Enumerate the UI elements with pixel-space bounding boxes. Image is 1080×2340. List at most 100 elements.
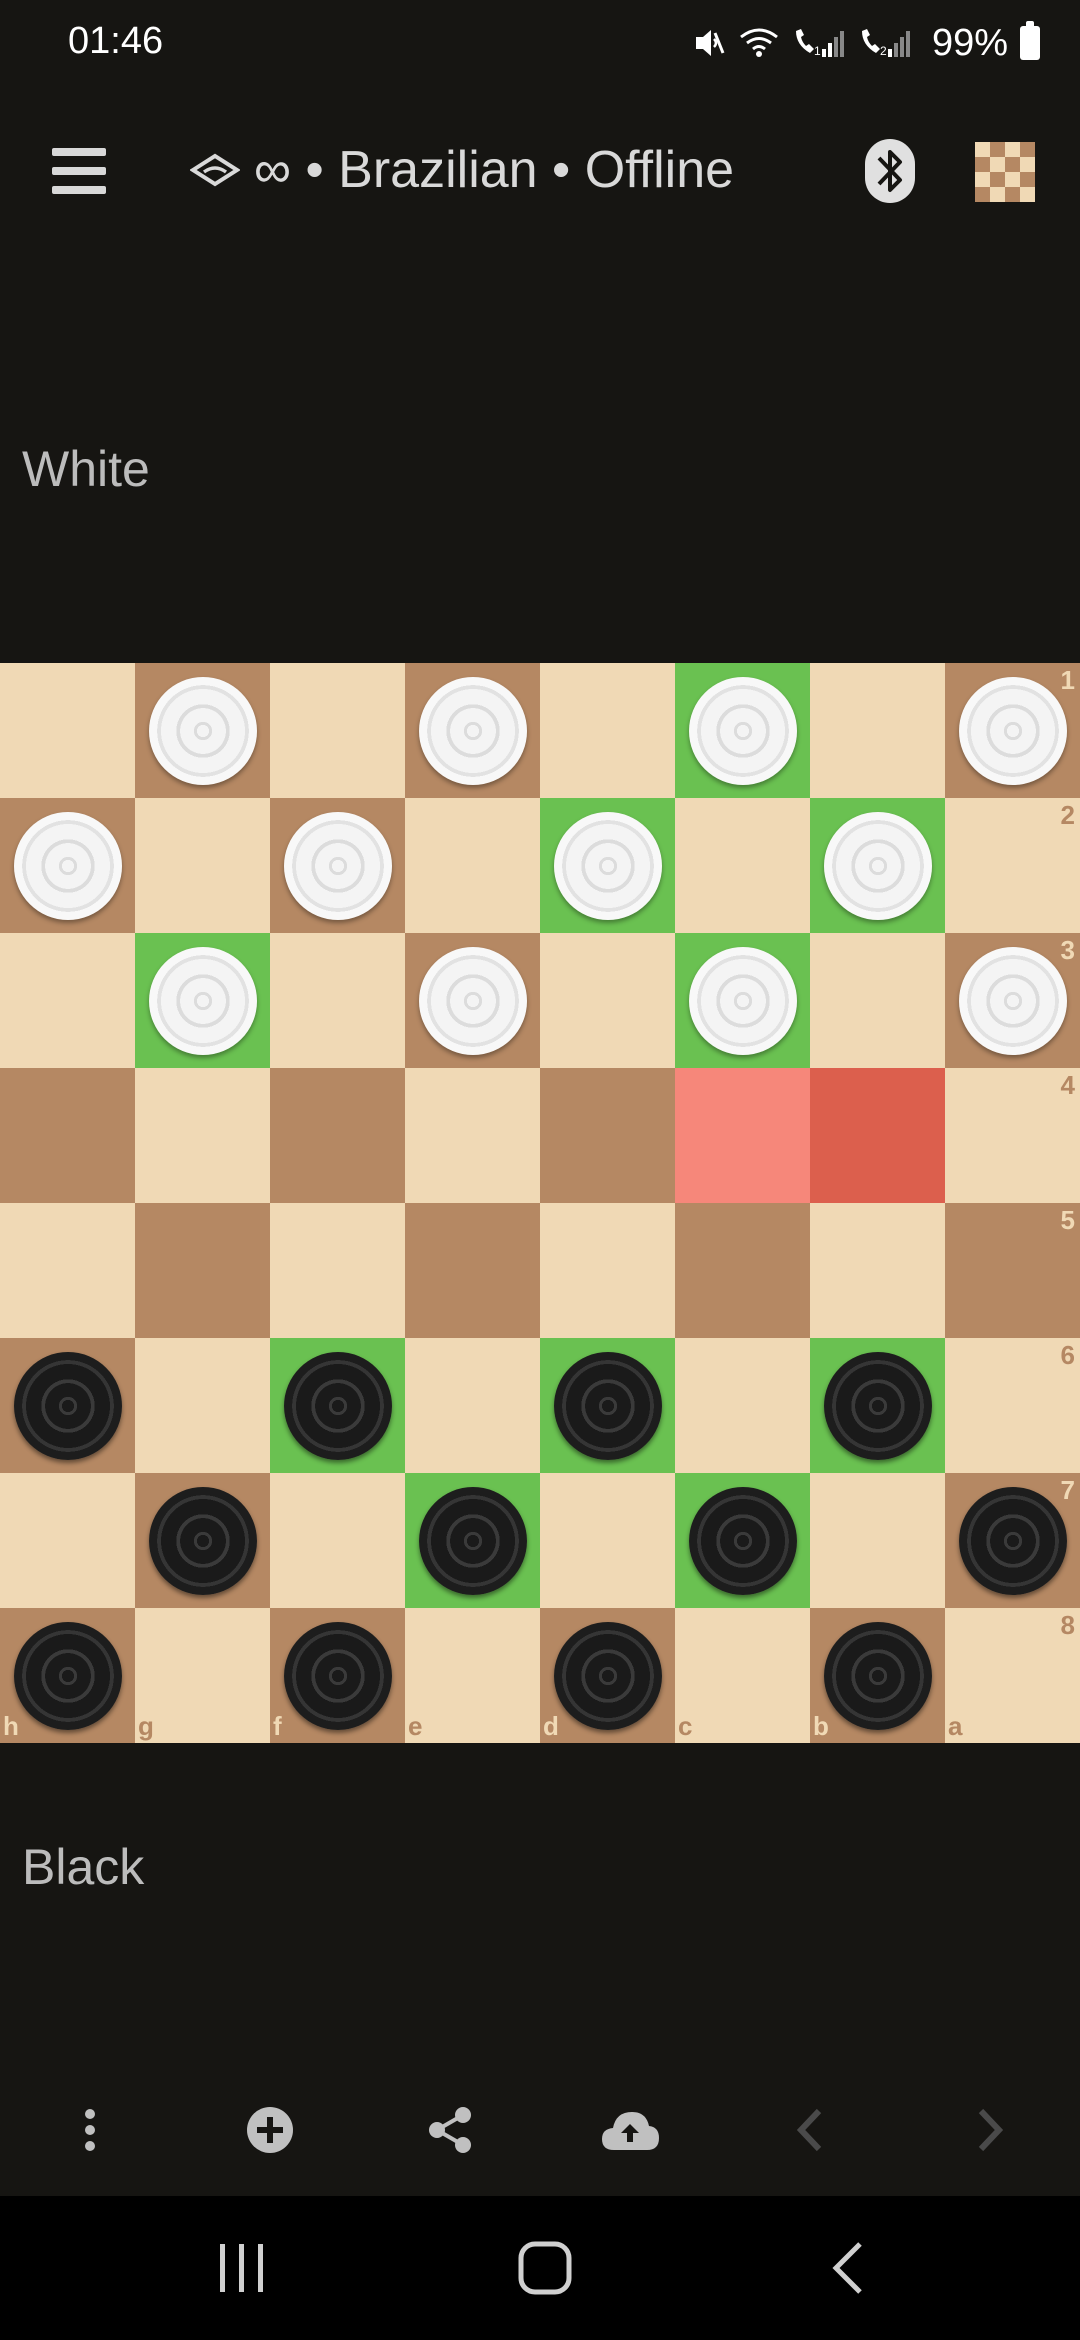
black-piece-b8[interactable] [823, 1621, 932, 1730]
white-piece-g1[interactable] [148, 676, 257, 785]
white-piece-e3[interactable] [418, 946, 527, 1055]
board-square-b4[interactable] [810, 1068, 945, 1203]
board-square-a4[interactable]: 4 [945, 1068, 1080, 1203]
board-square-h5[interactable] [0, 1203, 135, 1338]
black-piece-a7[interactable] [958, 1486, 1067, 1595]
black-piece-h8[interactable] [13, 1621, 122, 1730]
black-piece-h6[interactable] [13, 1351, 122, 1460]
share-button[interactable] [360, 2080, 540, 2180]
hamburger-icon[interactable] [52, 148, 106, 194]
black-piece-f8[interactable] [283, 1621, 392, 1730]
board-square-e8[interactable]: e [405, 1608, 540, 1743]
board-square-f6[interactable] [270, 1338, 405, 1473]
board-square-h1[interactable] [0, 663, 135, 798]
board-square-h8[interactable]: h [0, 1608, 135, 1743]
board-square-e3[interactable] [405, 933, 540, 1068]
home-button[interactable] [475, 2196, 615, 2340]
white-piece-g3[interactable] [148, 946, 257, 1055]
board-square-h2[interactable] [0, 798, 135, 933]
board-square-f4[interactable] [270, 1068, 405, 1203]
board-square-g1[interactable] [135, 663, 270, 798]
board-square-h4[interactable] [0, 1068, 135, 1203]
recents-button[interactable] [172, 2196, 312, 2340]
board-square-c2[interactable] [675, 798, 810, 933]
white-piece-a1[interactable] [958, 676, 1067, 785]
board-square-e5[interactable] [405, 1203, 540, 1338]
board-square-g3[interactable] [135, 933, 270, 1068]
board-square-g7[interactable] [135, 1473, 270, 1608]
board-square-a1[interactable]: 1 [945, 663, 1080, 798]
black-piece-c7[interactable] [688, 1486, 797, 1595]
bluetooth-button[interactable] [864, 138, 916, 204]
board-square-h7[interactable] [0, 1473, 135, 1608]
board-square-f8[interactable]: f [270, 1608, 405, 1743]
board-square-a2[interactable]: 2 [945, 798, 1080, 933]
board-square-g8[interactable]: g [135, 1608, 270, 1743]
more-options-button[interactable] [0, 2080, 180, 2180]
board-square-e7[interactable] [405, 1473, 540, 1608]
new-game-button[interactable] [180, 2080, 360, 2180]
board-square-e6[interactable] [405, 1338, 540, 1473]
checkers-board[interactable]: 1234567hgfedcb8a [0, 663, 1080, 1743]
white-piece-f2[interactable] [283, 811, 392, 920]
board-square-b5[interactable] [810, 1203, 945, 1338]
black-piece-d8[interactable] [553, 1621, 662, 1730]
board-square-b6[interactable] [810, 1338, 945, 1473]
board-square-a8[interactable]: 8a [945, 1608, 1080, 1743]
board-square-f2[interactable] [270, 798, 405, 933]
black-piece-f6[interactable] [283, 1351, 392, 1460]
board-square-g2[interactable] [135, 798, 270, 933]
board-square-a3[interactable]: 3 [945, 933, 1080, 1068]
board-square-b1[interactable] [810, 663, 945, 798]
board-square-d8[interactable]: d [540, 1608, 675, 1743]
white-piece-e1[interactable] [418, 676, 527, 785]
board-square-g4[interactable] [135, 1068, 270, 1203]
white-piece-d2[interactable] [553, 811, 662, 920]
board-square-d5[interactable] [540, 1203, 675, 1338]
white-piece-c1[interactable] [688, 676, 797, 785]
board-square-c1[interactable] [675, 663, 810, 798]
board-square-d1[interactable] [540, 663, 675, 798]
black-piece-g7[interactable] [148, 1486, 257, 1595]
cloud-upload-button[interactable] [540, 2080, 720, 2180]
board-square-e4[interactable] [405, 1068, 540, 1203]
board-square-h6[interactable] [0, 1338, 135, 1473]
white-piece-a3[interactable] [958, 946, 1067, 1055]
board-square-b2[interactable] [810, 798, 945, 933]
board-square-g6[interactable] [135, 1338, 270, 1473]
board-square-d4[interactable] [540, 1068, 675, 1203]
board-square-a7[interactable]: 7 [945, 1473, 1080, 1608]
board-square-e2[interactable] [405, 798, 540, 933]
board-square-d2[interactable] [540, 798, 675, 933]
board-square-c4[interactable] [675, 1068, 810, 1203]
board-square-b8[interactable]: b [810, 1608, 945, 1743]
board-square-d3[interactable] [540, 933, 675, 1068]
game-title[interactable]: ∞ • Brazilian • Offline [190, 140, 734, 200]
board-square-b7[interactable] [810, 1473, 945, 1608]
board-square-d6[interactable] [540, 1338, 675, 1473]
board-square-c5[interactable] [675, 1203, 810, 1338]
board-square-f1[interactable] [270, 663, 405, 798]
board-square-c7[interactable] [675, 1473, 810, 1608]
board-square-g5[interactable] [135, 1203, 270, 1338]
back-button[interactable] [778, 2196, 918, 2340]
board-square-f7[interactable] [270, 1473, 405, 1608]
previous-move-button[interactable] [720, 2080, 900, 2180]
board-square-f5[interactable] [270, 1203, 405, 1338]
white-piece-h2[interactable] [13, 811, 122, 920]
black-piece-b6[interactable] [823, 1351, 932, 1460]
board-square-c8[interactable]: c [675, 1608, 810, 1743]
board-square-c6[interactable] [675, 1338, 810, 1473]
board-square-f3[interactable] [270, 933, 405, 1068]
board-square-c3[interactable] [675, 933, 810, 1068]
board-square-b3[interactable] [810, 933, 945, 1068]
white-piece-c3[interactable] [688, 946, 797, 1055]
board-square-e1[interactable] [405, 663, 540, 798]
checkerboard-icon[interactable] [975, 142, 1035, 202]
board-square-d7[interactable] [540, 1473, 675, 1608]
black-piece-e7[interactable] [418, 1486, 527, 1595]
white-piece-b2[interactable] [823, 811, 932, 920]
black-piece-d6[interactable] [553, 1351, 662, 1460]
board-square-a6[interactable]: 6 [945, 1338, 1080, 1473]
board-square-h3[interactable] [0, 933, 135, 1068]
